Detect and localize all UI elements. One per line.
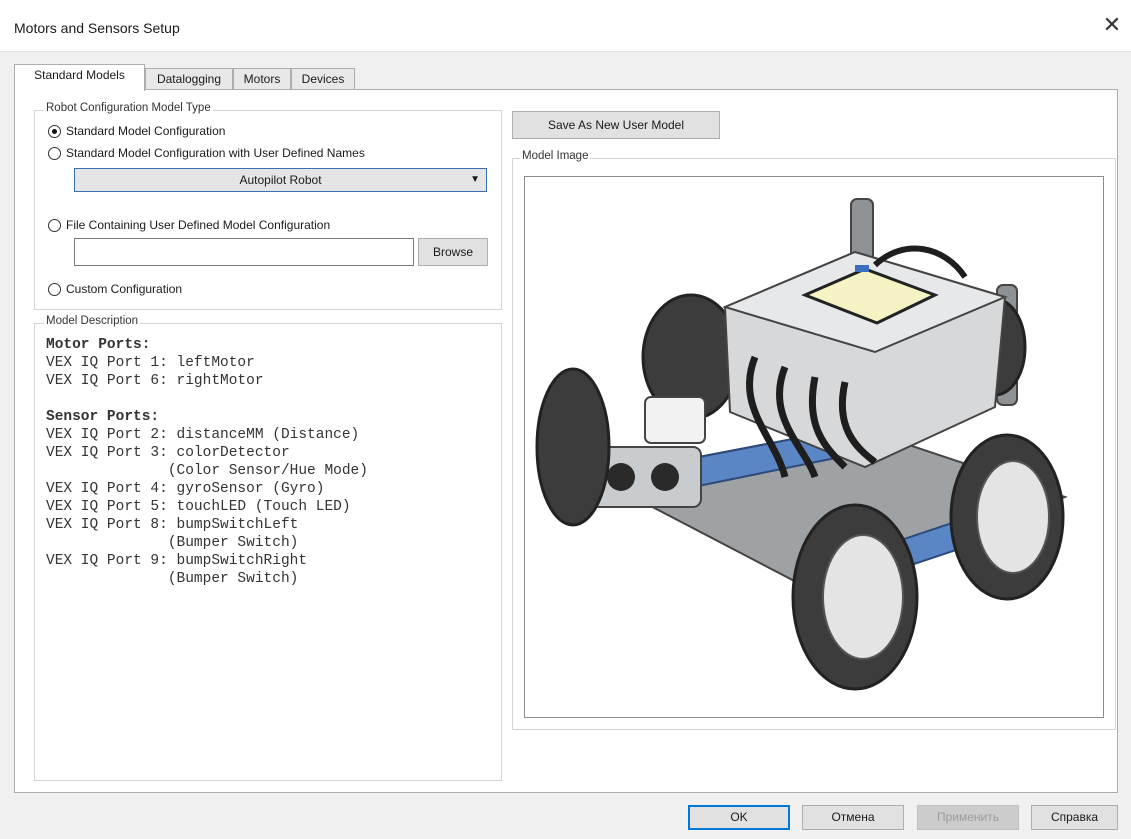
description-line: (Bumper Switch) [46, 535, 299, 551]
description-line: VEX IQ Port 6: rightMotor [46, 373, 264, 389]
config-file-input[interactable] [74, 238, 414, 266]
description-heading: Sensor Ports: [46, 409, 160, 425]
description-line: (Bumper Switch) [46, 571, 299, 587]
model-image-legend: Model Image [520, 150, 591, 162]
radio-file-config[interactable] [48, 219, 61, 232]
description-line: VEX IQ Port 4: gyroSensor (Gyro) [46, 481, 325, 497]
tab-standard-models[interactable]: Standard Models [14, 64, 145, 91]
radio-user-defined-names[interactable] [48, 147, 61, 160]
tab-devices[interactable]: Devices [291, 68, 355, 90]
model-select[interactable]: Autopilot Robot ▼ [74, 168, 487, 192]
model-description-text: Motor Ports: VEX IQ Port 1: leftMotor VEX … [46, 336, 498, 588]
radio-custom-config-label: Custom Configuration [66, 282, 183, 296]
description-heading: Motor Ports: [46, 337, 151, 353]
description-line: VEX IQ Port 9: bumpSwitchRight [46, 553, 308, 569]
config-type-legend: Robot Configuration Model Type [44, 102, 213, 114]
description-line [46, 390, 498, 408]
radio-file-config-label: File Containing User Defined Model Confi… [66, 218, 331, 232]
apply-button[interactable]: Применить [917, 805, 1019, 830]
radio-standard-model[interactable] [48, 125, 61, 138]
radio-user-defined-names-label: Standard Model Configuration with User D… [66, 146, 365, 160]
config-type-group [34, 110, 502, 310]
close-icon[interactable]: ✕ [1100, 14, 1124, 38]
model-description-legend: Model Description [44, 315, 141, 327]
robot-illustration [535, 198, 1068, 691]
model-image [524, 176, 1104, 718]
description-line: VEX IQ Port 8: bumpSwitchLeft [46, 517, 299, 533]
save-user-model-button[interactable]: Save As New User Model [512, 111, 720, 139]
browse-button[interactable]: Browse [418, 238, 488, 266]
window-title: Motors and Sensors Setup [14, 20, 180, 36]
help-button[interactable]: Справка [1031, 805, 1118, 830]
description-line: VEX IQ Port 5: touchLED (Touch LED) [46, 499, 351, 515]
model-select-value: Autopilot Robot [239, 173, 322, 187]
radio-custom-config[interactable] [48, 283, 61, 296]
tab-strip: Standard Models Datalogging Motors Devic… [14, 64, 1118, 91]
description-line: VEX IQ Port 3: colorDetector [46, 445, 290, 461]
ok-button[interactable]: OK [688, 805, 790, 830]
chevron-down-icon: ▼ [470, 174, 480, 185]
radio-standard-model-label: Standard Model Configuration [66, 124, 226, 138]
cancel-button[interactable]: Отмена [802, 805, 904, 830]
tab-motors[interactable]: Motors [233, 68, 291, 90]
tab-datalogging[interactable]: Datalogging [145, 68, 233, 90]
description-line: VEX IQ Port 2: distanceMM (Distance) [46, 427, 360, 443]
description-line: (Color Sensor/Hue Mode) [46, 463, 368, 479]
title-bar: Motors and Sensors Setup ✕ [0, 0, 1131, 52]
description-line: VEX IQ Port 1: leftMotor [46, 355, 255, 371]
